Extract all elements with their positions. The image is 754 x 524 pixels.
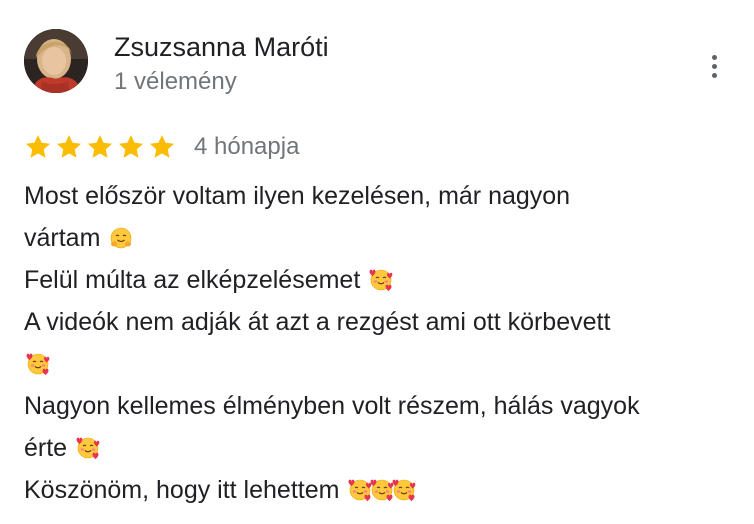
review-text-line: érte (24, 427, 734, 469)
smiling-face-with-hearts-emoji (26, 353, 50, 376)
reviewer-review-count[interactable]: 1 vélemény (114, 66, 237, 98)
avatar-photo (24, 29, 88, 93)
smiling-face-with-hearts-emoji (392, 479, 416, 502)
review-text-line-content: Most először voltam ilyen kezelésen, már… (24, 182, 571, 210)
reviewer-name[interactable]: Zsuzsanna Maróti (114, 30, 329, 64)
review-text-line: vártam (24, 217, 734, 259)
review-text-line-content: A videók nem adják át azt a rezgést ami … (24, 308, 611, 336)
star-icon (25, 135, 51, 158)
reviewer-avatar[interactable] (24, 29, 88, 93)
review-text: Most először voltam ilyen kezelésen, már… (24, 175, 734, 511)
review-date: 4 hónapja (194, 133, 300, 160)
more-options-button[interactable] (700, 48, 728, 84)
review-text-line: Most először voltam ilyen kezelésen, már… (24, 175, 734, 217)
star-icon (149, 135, 175, 158)
review-text-line-content: érte (24, 434, 68, 462)
review-text-line-content: vártam (24, 224, 101, 252)
review-text-line: A videók nem adják át azt a rezgést ami … (24, 301, 734, 343)
star-icon (118, 135, 144, 158)
review-text-line-content: Nagyon kellemes élményben volt részem, h… (24, 392, 640, 420)
smiling-face-with-hearts-emoji (369, 269, 393, 292)
review-text-line-content: Köszönöm, hogy itt lehettem (24, 476, 340, 504)
star-icon (56, 135, 82, 158)
review-text-line (24, 343, 734, 385)
more-vert-icon (711, 54, 717, 60)
review-card: Zsuzsanna Maróti 1 vélemény 4 hónapja Mo… (0, 0, 754, 524)
review-text-line: Nagyon kellemes élményben volt részem, h… (24, 385, 734, 427)
smiling-face-with-hearts-emoji (370, 479, 394, 502)
review-text-line-content: Felül múlta az elképzelésemet (24, 266, 361, 294)
star-icon (87, 135, 113, 158)
smiling-face-with-hearts-emoji (76, 437, 100, 460)
review-text-line: Felül múlta az elképzelésemet (24, 259, 734, 301)
review-text-line: Köszönöm, hogy itt lehettem (24, 469, 734, 511)
hugging-face-emoji (111, 227, 132, 249)
star-rating (24, 133, 176, 161)
smiling-face-with-hearts-emoji (348, 479, 372, 502)
rating-row: 4 hónapja (24, 130, 299, 164)
